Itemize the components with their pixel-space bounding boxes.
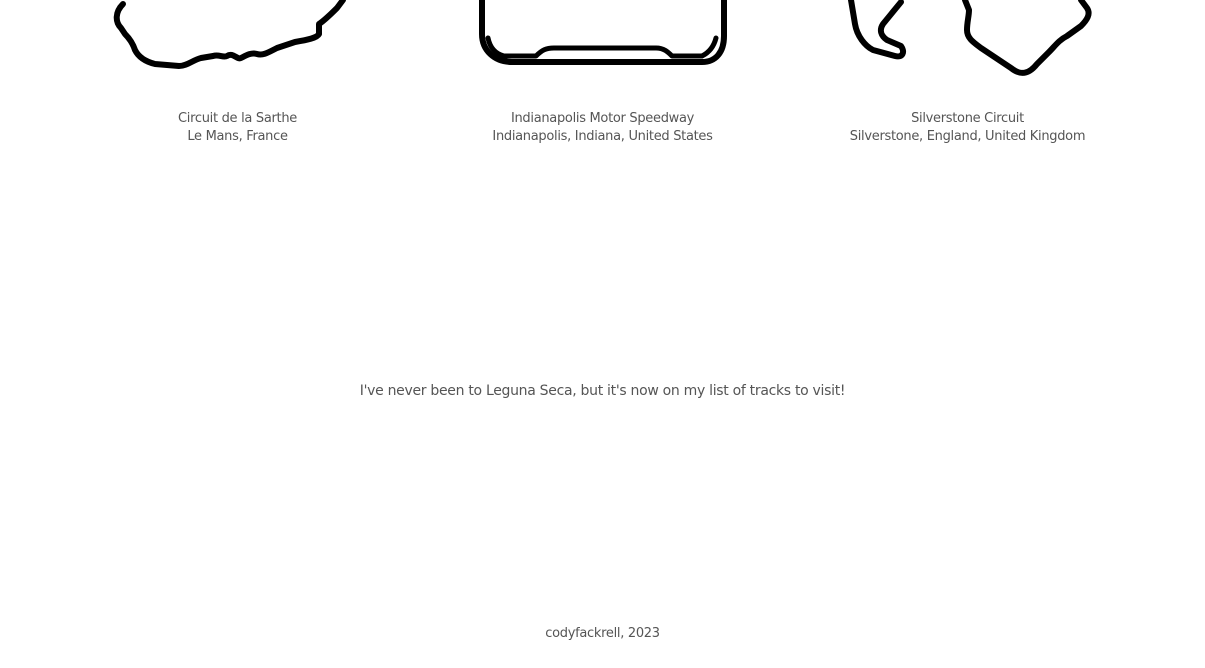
track-location: Silverstone, England, United Kingdom [849,129,1086,144]
footer-credit: codyfackrell, 2023 [545,626,660,641]
track-gallery: Circuit de la Sarthe Le Mans, France Ind… [0,0,1205,160]
indianapolis-track-outline [479,0,727,65]
track-card-le-mans: Circuit de la Sarthe Le Mans, France [55,0,420,160]
track-caption: Indianapolis Motor Speedway Indianapolis… [420,110,785,146]
track-name: Circuit de la Sarthe [178,111,297,126]
track-card-indianapolis: Indianapolis Motor Speedway Indianapolis… [420,0,785,160]
visit-list-message: I've never been to Leguna Seca, but it's… [359,383,846,399]
track-location: Indianapolis, Indiana, United States [492,129,713,144]
track-location: Le Mans, France [187,129,288,144]
track-caption: Circuit de la Sarthe Le Mans, France [55,110,420,146]
le-mans-track-outline [113,0,346,69]
track-name: Silverstone Circuit [911,111,1024,126]
track-card-silverstone: Silverstone Circuit Silverstone, England… [785,0,1150,160]
silverstone-track-outline [848,0,1092,76]
track-name: Indianapolis Motor Speedway [510,111,695,126]
track-caption: Silverstone Circuit Silverstone, England… [785,110,1150,146]
